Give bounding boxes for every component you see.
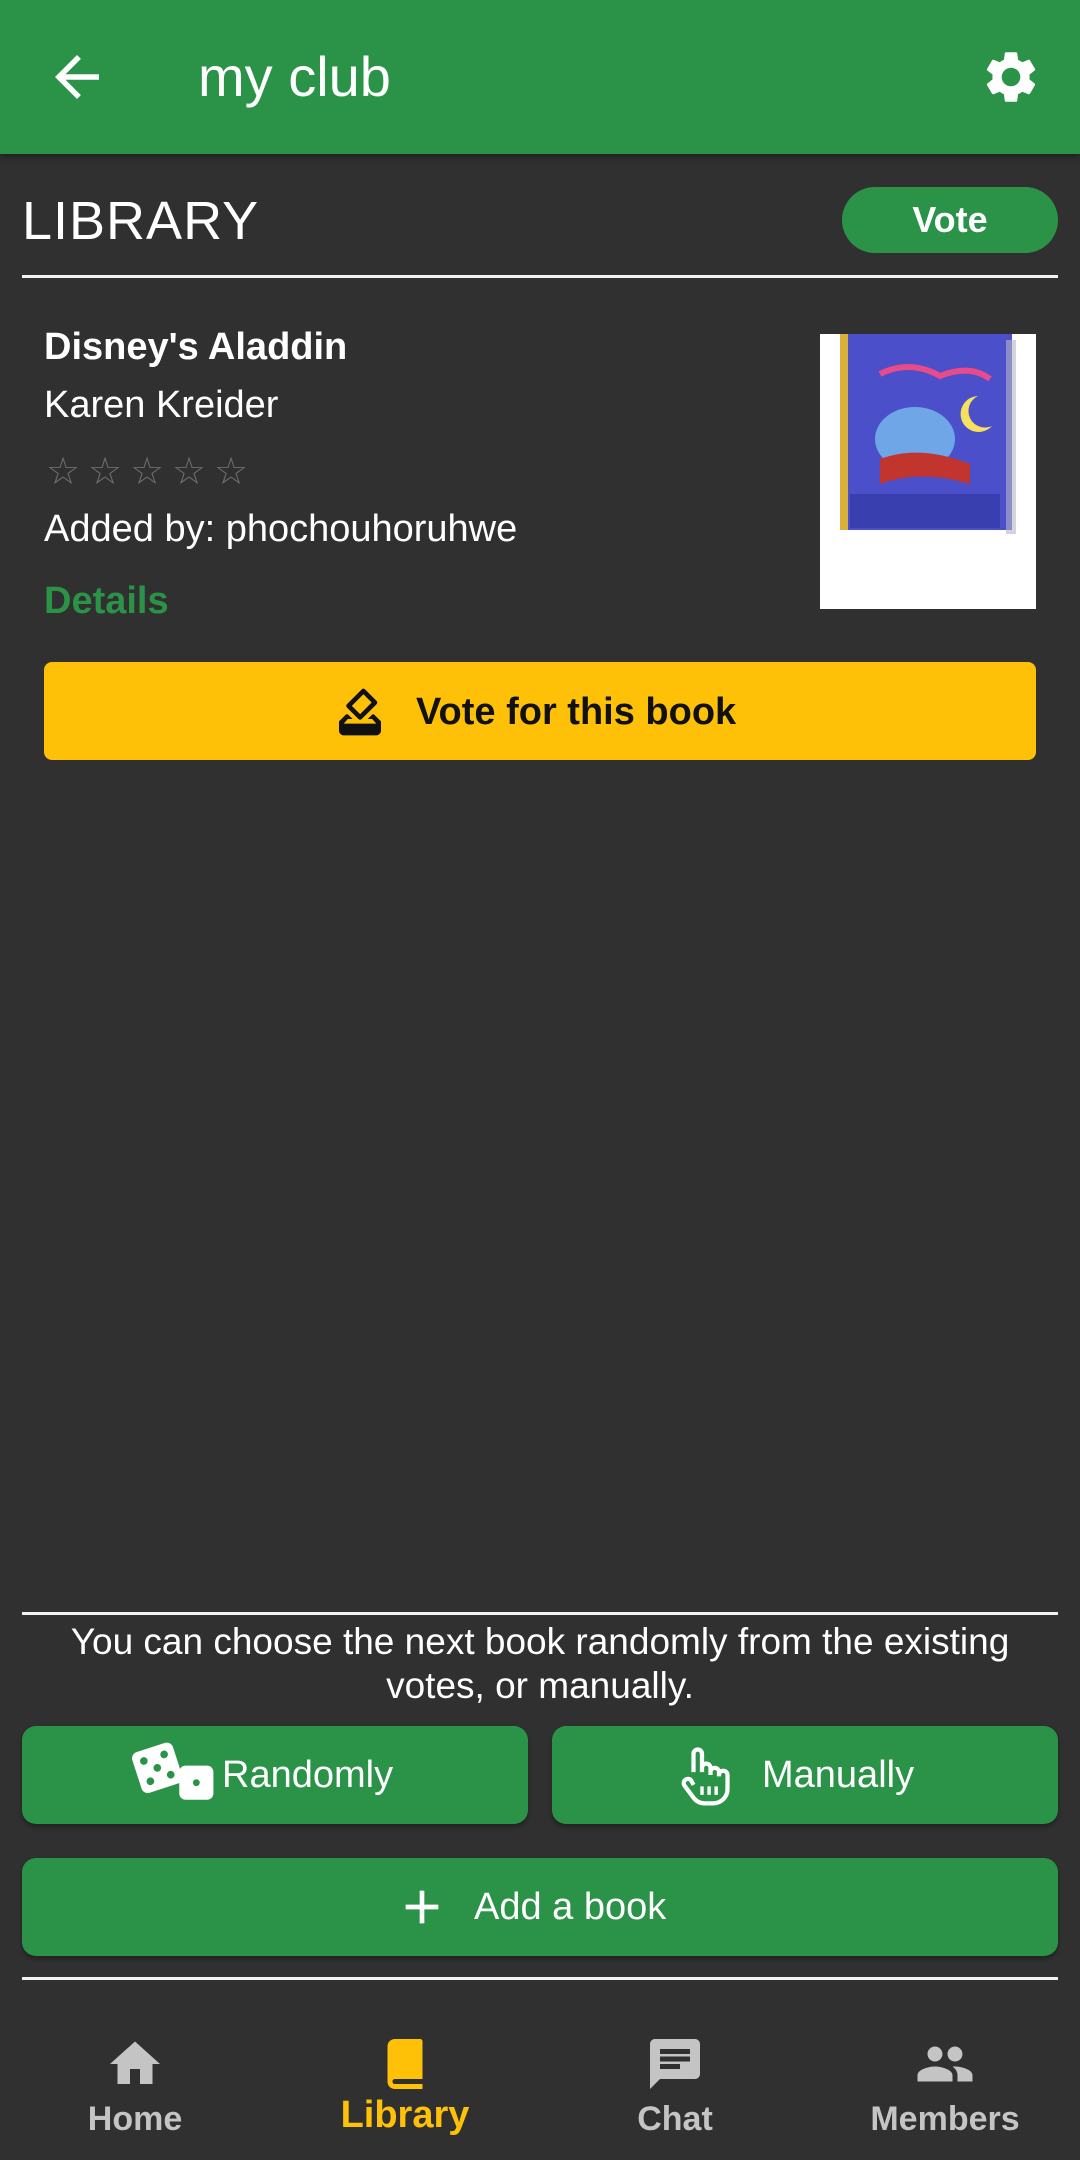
vote-button[interactable]: Vote <box>842 187 1058 253</box>
group-icon <box>917 2046 973 2082</box>
star-icon[interactable]: ☆ <box>212 450 250 494</box>
added-by-text: Added by: phochouhoruhwe <box>44 508 518 550</box>
manually-button[interactable]: Manually <box>552 1726 1058 1824</box>
home-icon <box>110 2041 160 2084</box>
details-link[interactable]: Details <box>44 576 169 626</box>
nav-chat-label: Chat <box>637 2100 713 2138</box>
plus-icon <box>405 1890 439 1924</box>
book-author: Karen Kreider <box>44 384 279 426</box>
nav-members[interactable]: Members <box>810 1980 1080 2160</box>
book-cover[interactable] <box>820 334 1036 609</box>
chat-icon <box>650 2039 700 2089</box>
ballot-icon <box>339 688 381 736</box>
nav-home[interactable]: Home <box>0 1980 270 2160</box>
gear-icon[interactable] <box>980 46 1042 108</box>
star-rating[interactable]: ☆ ☆ ☆ ☆ ☆ <box>44 450 250 494</box>
star-icon[interactable]: ☆ <box>170 450 208 494</box>
nav-members-label: Members <box>870 2100 1020 2138</box>
library-heading: LIBRARY <box>22 191 260 251</box>
nav-library[interactable]: Library <box>270 1980 540 2160</box>
add-book-label: Add a book <box>474 1886 667 1928</box>
page-title: my club <box>198 45 391 108</box>
randomly-label: Randomly <box>222 1754 394 1796</box>
vote-for-book-label: Vote for this book <box>416 691 737 733</box>
hand-pointer-icon <box>681 1747 730 1806</box>
book-cover-image <box>820 334 1036 609</box>
app-bar: my club <box>0 0 1080 154</box>
add-book-button[interactable]: Add a book <box>22 1858 1058 1956</box>
divider <box>22 1612 1058 1615</box>
divider <box>22 275 1058 278</box>
nav-library-label: Library <box>340 2094 470 2136</box>
dice-icon <box>132 1742 214 1800</box>
vote-for-book-button[interactable]: Vote for this book <box>44 662 1036 760</box>
manually-label: Manually <box>762 1754 915 1796</box>
star-icon[interactable]: ☆ <box>86 450 124 494</box>
choose-info-text: You can choose the next book randomly fr… <box>70 1621 1010 1706</box>
bottom-navigation: Home Library Chat Members <box>0 1980 1080 2160</box>
nav-chat[interactable]: Chat <box>540 1980 810 2160</box>
arrow-back-icon[interactable] <box>44 44 110 110</box>
book-title: Disney's Aladdin <box>44 326 348 368</box>
book-icon <box>387 2039 423 2089</box>
randomly-button[interactable]: Randomly <box>22 1726 528 1824</box>
nav-home-label: Home <box>87 2100 183 2138</box>
star-icon[interactable]: ☆ <box>128 450 166 494</box>
star-icon[interactable]: ☆ <box>44 450 82 494</box>
